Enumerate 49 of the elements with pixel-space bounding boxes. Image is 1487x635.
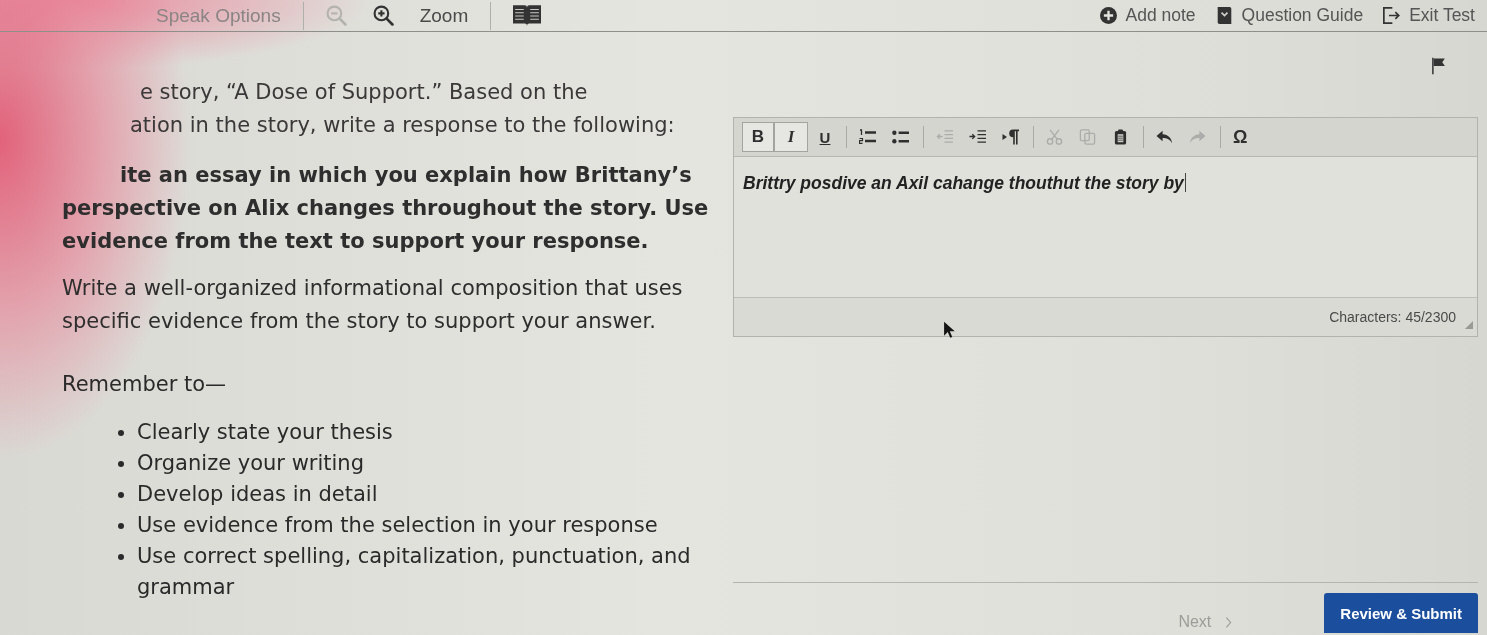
question-guide-button[interactable]: Question Guide (1215, 5, 1364, 26)
copy-icon (1079, 129, 1096, 145)
redo-icon (1189, 129, 1206, 145)
checklist-item: Use evidence from the selection in your response (137, 512, 658, 539)
prompt-text: e story, “A Dose of Support.” Based on the ation in the story, write a response to the following: (129, 79, 675, 139)
exit-icon (1383, 7, 1401, 24)
italic-button[interactable]: I (774, 122, 808, 152)
exit-test-button[interactable]: Exit Test (1383, 5, 1475, 26)
paragraph-mark-icon (1002, 129, 1019, 145)
bullet-icon (118, 554, 124, 560)
scissors-icon (1046, 129, 1063, 145)
add-note-button[interactable]: Add note (1099, 5, 1196, 26)
bullet-list-icon (892, 129, 909, 145)
open-book-icon (513, 5, 542, 26)
undo-icon (1156, 129, 1173, 145)
character-count: Characters: 45/2300 (1329, 309, 1456, 325)
outdent-icon (936, 129, 953, 145)
prompt-text: Write a well-organized informational composition that uses specific evidence from the story to support your answer. (62, 275, 683, 335)
mouse-pointer-icon (943, 321, 955, 339)
special-character-button[interactable]: Ω (1227, 122, 1254, 152)
clipboard-icon (1112, 129, 1129, 145)
checklist-item: Clearly state your thesis (137, 419, 393, 446)
bullet-icon (118, 461, 124, 467)
essay-answer-field[interactable]: Brittry posdive an Axil cahange thouthut the story by (734, 157, 1477, 297)
plus-circle-icon (1099, 7, 1117, 24)
flag-icon[interactable] (1431, 57, 1446, 75)
bullet-icon (118, 430, 124, 436)
zoom-label: Zoom (418, 4, 470, 27)
review-submit-button[interactable]: Review & Submit (1324, 593, 1478, 633)
checklist-item: Use correct spelling, capitalization, punctuation, and grammar (137, 543, 692, 601)
zoom-in-icon (372, 5, 394, 26)
resize-grip-icon[interactable] (1464, 319, 1473, 329)
closed-book-icon (1215, 7, 1233, 24)
indent-icon (969, 129, 986, 145)
bullet-icon (118, 523, 124, 529)
toolbar-button-label: Exit Test (1409, 5, 1475, 26)
essay-task-text: ite an essay in which you explain how Brittany’s perspective on Alix changes throughout the story. Use evidence from the text to support your response. (62, 162, 709, 255)
toolbar-button-label: Question Guide (1241, 5, 1364, 26)
bold-button[interactable]: B (742, 122, 774, 152)
zoom-out-icon (325, 5, 347, 26)
numbered-list-icon (859, 129, 876, 145)
toolbar-button-label: Add note (1125, 5, 1196, 26)
chevron-right-icon (1225, 615, 1233, 629)
bullet-icon (118, 492, 124, 498)
text-caret-icon (1184, 173, 1186, 192)
reminder-heading: Remember to— (62, 371, 227, 398)
checklist-item: Organize your writing (137, 450, 364, 477)
checklist-item: Develop ideas in detail (137, 481, 378, 508)
underline-button[interactable]: U (812, 122, 838, 152)
